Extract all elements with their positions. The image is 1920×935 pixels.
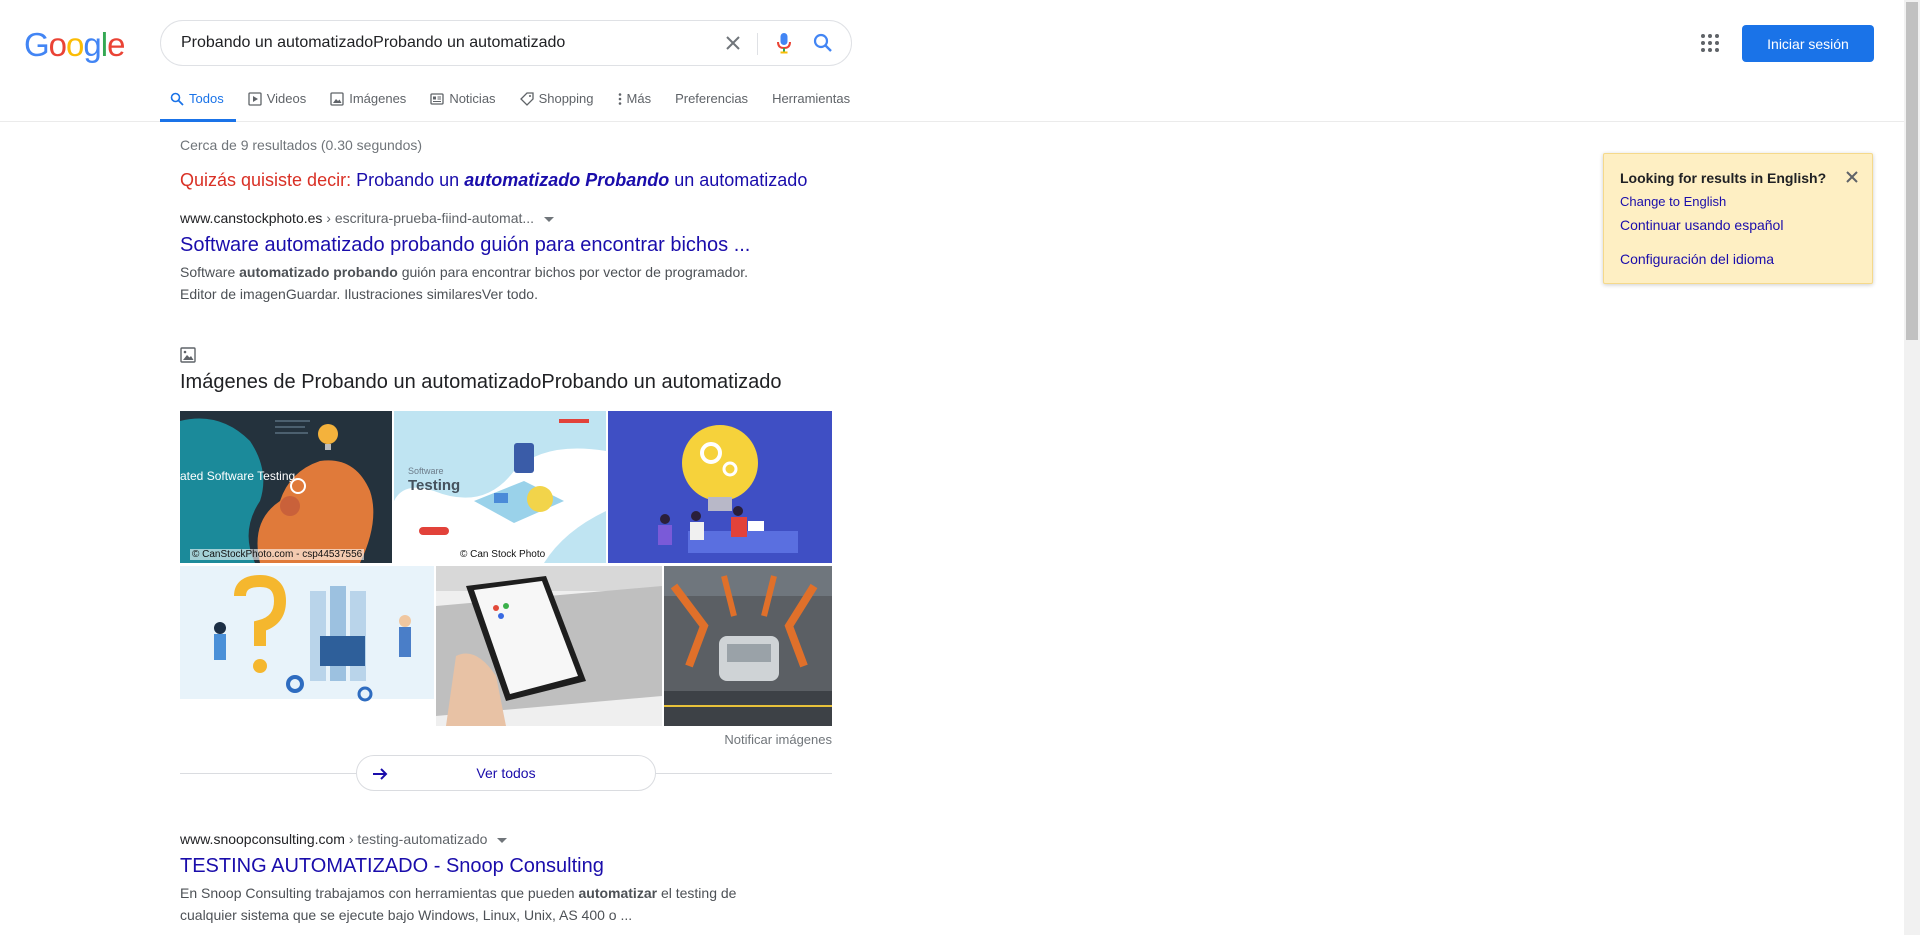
search-result: www.snoopconsulting.com › testing-automa…	[180, 831, 780, 926]
tab-label: Noticias	[449, 91, 496, 106]
result-title[interactable]: Software automatizado probando guión par…	[180, 232, 780, 258]
language-suggestion-panel: Looking for results in English? Change t…	[1603, 153, 1873, 284]
play-icon	[248, 91, 262, 107]
snippet-text: cualquier sistema que se ejecute bajo Wi…	[180, 907, 633, 923]
result-domain: www.snoopconsulting.com	[180, 831, 345, 847]
image-section-icon	[180, 347, 196, 368]
spelling-lead: Quizás quisiste decir:	[180, 170, 352, 190]
spelling-link[interactable]: Probando un automatizado Probando un aut…	[356, 170, 807, 190]
caret-down-icon[interactable]	[497, 837, 508, 843]
tag-icon	[519, 91, 534, 107]
scrollbar-thumb[interactable]	[1906, 2, 1918, 340]
image-thumbnail[interactable]	[436, 566, 662, 726]
language-panel-title: Looking for results in English?	[1620, 170, 1827, 186]
snippet-bold: automatizar	[578, 885, 658, 901]
search-box[interactable]: Probando un automatizadoProbando un auto…	[160, 20, 852, 66]
logo-letter: o	[66, 26, 84, 63]
logo-letter: g	[83, 26, 101, 63]
spelling-suggestion: Quizás quisiste decir: Probando un autom…	[180, 170, 807, 191]
image-thumbnail[interactable]	[180, 566, 434, 726]
microphone-icon[interactable]	[772, 31, 796, 55]
logo-letter: G	[24, 26, 50, 63]
see-all-images-button[interactable]: Ver todos	[356, 755, 656, 791]
result-domain: www.canstockphoto.es	[180, 210, 323, 226]
search-icon[interactable]	[811, 31, 835, 55]
snippet-text: guión para encontrar bichos por vector d…	[397, 264, 749, 280]
image-thumbnail[interactable]: ated Software Testing © CanStockPhoto.co…	[180, 411, 392, 563]
snippet-text: Editor de imagenGuardar. Ilustraciones s…	[180, 286, 538, 302]
image-caption: © CanStockPhoto.com - csp44537556	[190, 549, 365, 560]
tab-label: Todos	[189, 91, 224, 106]
result-snippet: En Snoop Consulting trabajamos con herra…	[180, 882, 780, 926]
tab-label: Shopping	[538, 91, 594, 106]
tab-todos[interactable]: Todos	[160, 82, 236, 122]
scrollbar[interactable]	[1904, 0, 1920, 935]
image-thumbnail[interactable]	[608, 411, 832, 563]
logo-letter: o	[48, 26, 67, 63]
news-icon	[430, 91, 444, 107]
see-all-label: Ver todos	[476, 765, 536, 781]
thumb-overlay-text: ated Software Testing	[180, 469, 296, 483]
arrow-right-icon	[371, 765, 389, 786]
snippet-bold: automatizado probando	[239, 264, 398, 280]
tab-label: Más	[626, 91, 652, 106]
image-icon	[330, 91, 344, 107]
sign-in-button[interactable]: Iniciar sesión	[1742, 25, 1874, 62]
spell-part: un automatizado	[674, 170, 808, 190]
header: Google Probando un automatizadoProbando …	[0, 0, 1904, 122]
clear-icon[interactable]	[721, 31, 745, 55]
tab-label: Preferencias	[675, 91, 749, 106]
search-input[interactable]: Probando un automatizadoProbando un auto…	[181, 34, 565, 52]
snippet-text: Software	[180, 264, 240, 280]
tab-label: Videos	[266, 91, 307, 106]
thumb-overlay-text: Testing	[408, 477, 461, 494]
change-to-english-link[interactable]: Change to English	[1620, 194, 1856, 209]
search-tabs: Todos Videos Imágenes Noticias Shopping …	[160, 82, 874, 122]
search-icon	[170, 91, 184, 107]
tab-herramientas[interactable]: Herramientas	[772, 82, 850, 122]
tab-label: Imágenes	[349, 91, 407, 106]
result-stats: Cerca de 9 resultados (0.30 segundos)	[180, 137, 423, 153]
tab-preferencias[interactable]: Preferencias	[675, 82, 748, 122]
tab-mas[interactable]: Más	[618, 82, 652, 122]
result-path: › testing-automatizado	[344, 831, 488, 847]
close-icon[interactable]	[1846, 170, 1858, 188]
search-divider	[757, 33, 758, 55]
tab-imagenes[interactable]: Imágenes	[330, 82, 406, 122]
image-caption: © Can Stock Photo	[460, 549, 546, 560]
images-title[interactable]: Imágenes de Probando un automatizadoProb…	[180, 371, 782, 394]
result-snippet: Software automatizado probando guión par…	[180, 261, 780, 305]
apps-grid-icon[interactable]	[1698, 31, 1722, 55]
snippet-text: En Snoop Consulting trabajamos con herra…	[180, 885, 579, 901]
continue-spanish-link[interactable]: Continuar usando español	[1620, 217, 1856, 233]
language-settings-link[interactable]: Configuración del idioma	[1620, 251, 1856, 267]
caret-down-icon[interactable]	[544, 216, 555, 222]
result-path: › escritura-prueba-fiind-automat...	[322, 210, 535, 226]
tab-videos[interactable]: Videos	[248, 82, 307, 122]
spell-part: Probando un	[356, 170, 460, 190]
google-logo[interactable]: Google	[24, 26, 125, 64]
result-title[interactable]: TESTING AUTOMATIZADO - Snoop Consulting	[180, 853, 780, 879]
result-url[interactable]: www.snoopconsulting.com › testing-automa…	[180, 831, 780, 847]
image-thumbnail[interactable]: Software Testing © Can Stock Photo	[394, 411, 606, 563]
tab-noticias[interactable]: Noticias	[430, 82, 496, 122]
tab-label: Herramientas	[772, 91, 851, 106]
thumb-overlay-text: Software	[408, 466, 444, 476]
search-result: www.canstockphoto.es › escritura-prueba-…	[180, 210, 780, 305]
more-vert-icon	[618, 91, 622, 107]
spell-bold: automatizado Probando	[464, 170, 670, 190]
report-images-link[interactable]: Notificar imágenes	[724, 732, 832, 747]
result-url[interactable]: www.canstockphoto.es › escritura-prueba-…	[180, 210, 780, 226]
image-thumbnail[interactable]	[664, 566, 832, 726]
snippet-text: el testing de	[657, 885, 737, 901]
logo-letter: e	[107, 26, 125, 63]
tab-shopping[interactable]: Shopping	[519, 82, 594, 122]
